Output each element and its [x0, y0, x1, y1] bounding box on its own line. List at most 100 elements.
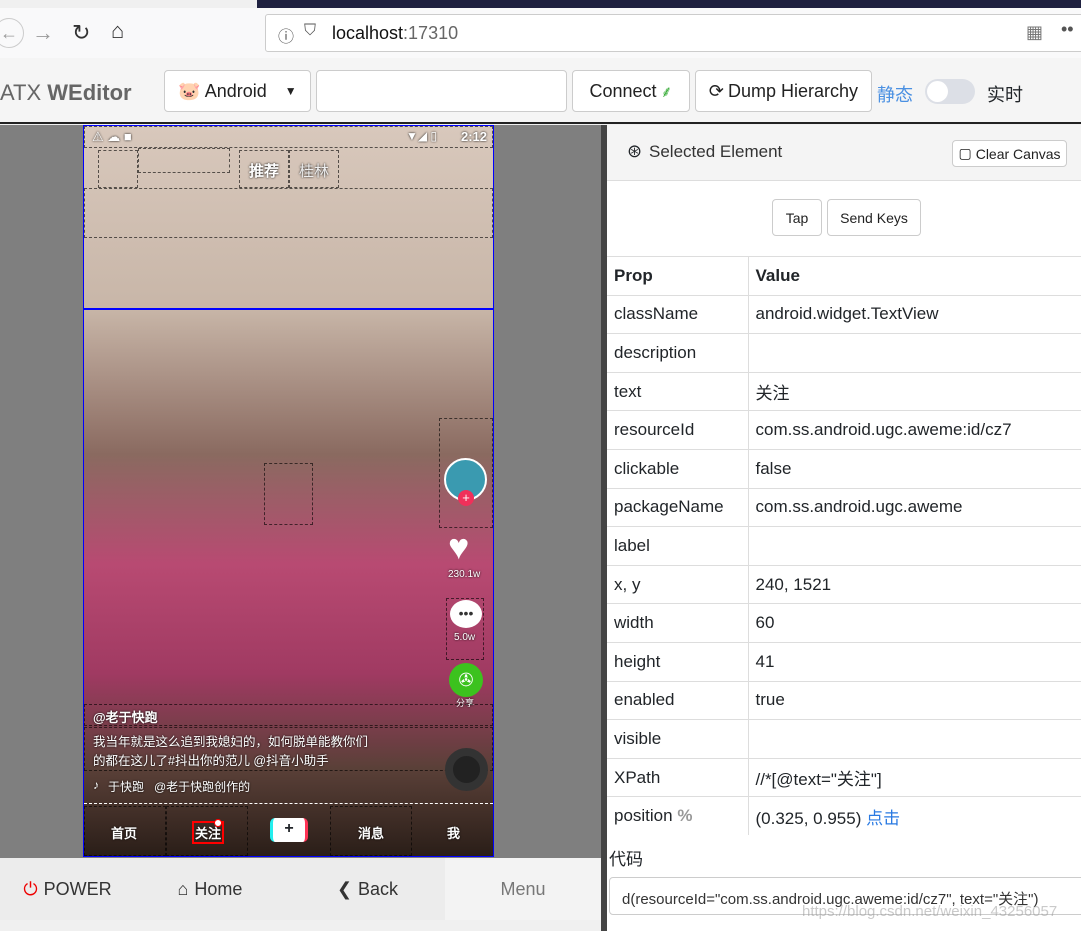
platform-label: Android [204, 80, 267, 101]
element-icon: ⊛ [627, 141, 643, 161]
hierarchy-box [264, 463, 313, 525]
table-row: width 60 [607, 603, 1081, 643]
music-note-icon: ♪ [93, 778, 99, 792]
nav-home[interactable]: 首页 [111, 823, 137, 842]
square-icon: ▢ [958, 145, 972, 161]
value-cell: com.ss.android.ugc.aweme:id/cz7 [748, 410, 1081, 450]
prop-cell: x, y [607, 564, 749, 604]
percent-icon: % [677, 806, 693, 826]
info-icon[interactable]: ⓘ [278, 23, 294, 47]
power-button[interactable]: ⏻ POWER [0, 858, 135, 920]
author-name[interactable]: @老于快跑 [93, 707, 158, 726]
prop-cell: position % [607, 796, 749, 836]
follow-plus-icon[interactable]: + [458, 490, 474, 506]
qr-code-icon[interactable]: ▦ [1026, 22, 1043, 43]
value-cell: false [748, 448, 1081, 489]
hierarchy-box [138, 148, 230, 173]
menu-label: Menu [500, 878, 546, 899]
prop-cell: className [607, 294, 749, 334]
realtime-toggle[interactable] [925, 79, 975, 104]
connect-button[interactable]: Connect ⸙ [572, 70, 690, 112]
music-text: 于快跑 @老于快跑创作的 [108, 780, 251, 794]
position-click-link[interactable]: 点击 [866, 809, 900, 828]
value-cell: 41 [748, 641, 1081, 682]
nav-create-button[interactable]: + [270, 818, 308, 842]
home-icon[interactable]: ⌂ [111, 18, 124, 44]
tab-recommend[interactable]: 推荐 [249, 160, 279, 181]
table-row: XPath//*[@text="关注"] [607, 757, 1081, 797]
dump-hierarchy-button[interactable]: ⟳ Dump Hierarchy [695, 70, 872, 112]
back-label: Back [358, 878, 399, 899]
reload-icon[interactable]: ↻ [72, 20, 90, 46]
value-cell: //*[@text="关注"] [748, 757, 1081, 797]
prop-cell: clickable [607, 448, 749, 489]
prop-cell: visible [607, 719, 749, 759]
browser-tab-strip [257, 0, 1081, 8]
back-button[interactable]: ❮ Back [290, 858, 445, 920]
shield-icon[interactable]: ⛉ [304, 22, 316, 40]
url-bar[interactable]: ⓘ ⛉ localhost:17310 ▦ •• [265, 14, 1081, 52]
comment-icon[interactable]: ••• [450, 600, 482, 628]
url-text[interactable]: localhost:17310 [332, 23, 458, 44]
send-keys-button[interactable]: Send Keys [827, 199, 921, 236]
value-cell [748, 526, 1081, 566]
code-label: 代码 [609, 850, 643, 869]
tab-city[interactable]: 桂林 [299, 160, 329, 181]
notification-dot [214, 819, 222, 827]
status-icons-left: ⚠ ☁ ■ [92, 129, 132, 144]
chevron-down-icon: ▼ [284, 84, 297, 98]
prop-cell: height [607, 641, 749, 682]
nav-me[interactable]: 我 [447, 823, 460, 842]
value-cell: 关注 [748, 371, 1081, 411]
device-input[interactable] [316, 70, 567, 112]
header-prop: Prop [607, 256, 749, 296]
prop-cell: text [607, 371, 749, 411]
nav-messages[interactable]: 消息 [358, 823, 384, 842]
forward-arrow-icon[interactable]: → [32, 20, 54, 46]
table-row: label [607, 526, 1081, 566]
like-count: 230.1w [448, 569, 481, 580]
android-icon: 🐷 [178, 80, 201, 101]
share-icon[interactable]: ✇ [449, 663, 483, 697]
table-row-position: position % (0.325, 0.955) 点击 [607, 796, 1081, 836]
clear-canvas-button[interactable]: ▢ Clear Canvas [952, 140, 1067, 167]
table-row: x, y 240, 1521 [607, 564, 1081, 604]
platform-select[interactable]: 🐷 Android ▼ [164, 70, 311, 112]
prop-cell: label [607, 526, 749, 566]
table-row: enabled true [607, 680, 1081, 720]
table-row: packageName com.ss.android.ugc.aweme [607, 487, 1081, 527]
menu-button[interactable]: Menu [445, 858, 601, 920]
prop-cell: description [607, 333, 749, 373]
brand: ATX WEditor [0, 80, 132, 106]
back-arrow-icon[interactable]: ← [0, 18, 24, 48]
panel-title: Selected Element [649, 142, 783, 161]
heart-icon[interactable]: ♥ [448, 526, 469, 568]
dump-label: Dump Hierarchy [728, 80, 859, 101]
device-screenshot[interactable]: ⚠ ☁ ■ ▼◢ ▯ 2:12 推荐 桂林 + ♥ 230.1w ••• 5.0… [83, 125, 494, 857]
prop-cell: enabled [607, 680, 749, 720]
tap-button[interactable]: Tap [772, 199, 822, 236]
table-row: text 关注 [607, 371, 1081, 411]
panel-header: ⊛ Selected Element ▢ Clear Canvas [607, 125, 1081, 181]
clear-canvas-label: Clear Canvas [975, 145, 1061, 162]
home-icon: ⌂ [177, 878, 189, 899]
mode-static-label: 静态 [877, 85, 913, 105]
status-time: 2:12 [461, 129, 488, 144]
table-row: visible [607, 719, 1081, 759]
table-row: height 41 [607, 641, 1081, 682]
value-cell [748, 719, 1081, 759]
url-host: localhost [332, 23, 404, 43]
table-header: Prop Value [607, 256, 1081, 296]
url-port: :17310 [403, 23, 459, 43]
value-cell: (0.325, 0.955) 点击 [748, 796, 1081, 836]
wheat-icon: ⸙ [660, 84, 673, 101]
more-icon[interactable]: •• [1061, 19, 1074, 40]
position-value: (0.325, 0.955) [755, 808, 862, 828]
home-label: Home [194, 878, 243, 899]
value-cell: 60 [748, 603, 1081, 643]
music-disc[interactable] [445, 748, 488, 791]
progress-line [84, 803, 493, 804]
home-button[interactable]: ⌂ Home [135, 858, 285, 920]
table-row: clickable false [607, 448, 1081, 489]
position-label: position [614, 806, 673, 826]
